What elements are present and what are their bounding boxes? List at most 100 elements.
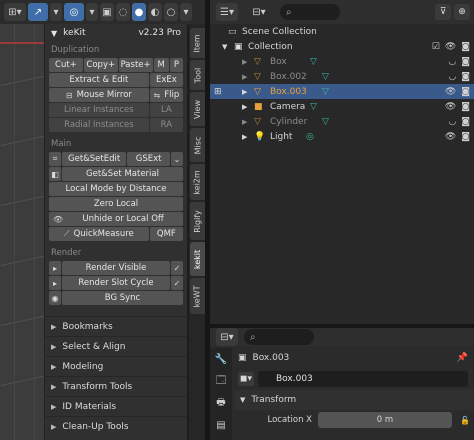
checkbox-icon[interactable]: ☑ [432,42,440,52]
section-transform-tools[interactable]: ▶ Transform Tools [45,376,187,396]
lock-icon[interactable]: 🔓 [460,416,470,425]
getset-edit-icon[interactable]: ⌗ [49,152,61,166]
render-visible-button[interactable]: Render Visible [62,261,170,275]
display-mode-icon[interactable]: ⊟▾ [244,3,274,21]
section-cleanup-tools[interactable]: ▶ Clean-Up Tools [45,416,187,436]
outliner-item-camera[interactable]: ▶ ■ Camera ▽ 👁 ◙ [210,99,474,114]
render-camera-icon[interactable]: ▸ [49,261,61,275]
tab-tool[interactable]: Tool [190,60,205,90]
qmf-button[interactable]: QMF [149,227,183,241]
extract-edit-button[interactable]: Extract & Edit [49,73,149,87]
new-collection-icon[interactable]: ⊕ [454,4,470,20]
render-icon[interactable]: ◙ [461,102,470,112]
editor-type-icon[interactable]: ☰▾ [216,3,238,21]
tab-kewt[interactable]: keWT [190,278,205,314]
rendered-icon[interactable]: ○ [164,3,178,21]
render-icon[interactable]: ◙ [461,117,470,127]
render-slot-check-icon[interactable]: ✓ [171,276,183,290]
camera-icon[interactable]: ◙ [461,42,470,52]
eye-icon[interactable]: 👁 [445,42,456,52]
output-icon[interactable]: 🖶 [210,392,232,414]
eye-icon[interactable]: 👁 [445,87,456,97]
outliner-item-cylinder[interactable]: ▶ ▽ Cylinder ▽ ◡ ◙ [210,114,474,129]
tab-misc[interactable]: Misc [190,128,205,162]
viewport-3d[interactable] [0,0,48,440]
shading-dropdown-icon[interactable]: ▾ [180,3,192,21]
panel-header[interactable]: ▼ keKit v2.23 Pro [45,24,187,42]
section-modeling[interactable]: ▶ Modeling [45,356,187,376]
paste-plus-button[interactable]: Paste+ [118,58,153,72]
transform-panel-header[interactable]: ▼ Transform [234,390,474,410]
section-bookmarks[interactable]: ▶ Bookmarks [45,316,187,336]
ra-button[interactable]: RA [149,118,183,132]
tab-view[interactable]: View [190,92,205,126]
object-type-icon[interactable]: ◼▾ [238,372,254,386]
tab-item[interactable]: Item [190,28,205,58]
flip-button[interactable]: ⇋ Flip [149,88,183,102]
object-name-field[interactable]: Box.003 [258,371,468,387]
outliner-item-light[interactable]: ▶ 💡 Light ◎ 👁 ◙ [210,129,474,144]
quickmeasure-button[interactable]: ⟋ QuickMeasure [49,227,149,241]
material-icon[interactable]: ◐ [148,3,162,21]
collapse-arrow-icon[interactable]: ▼ [51,29,57,38]
gsext-button[interactable]: GSExt [127,152,170,166]
eye-icon[interactable]: 👁 [445,102,456,112]
editor-type-icon[interactable]: ⊟▾ [216,328,238,346]
render-icon[interactable]: ◙ [461,72,470,82]
hidden-eye-icon[interactable]: ◡ [448,72,456,82]
outliner-item-box-003[interactable]: ⊞ ▶ ▽ Box.003 ▽ 👁 ◙ [210,84,474,99]
tool-icon[interactable]: 🔧 [210,348,232,370]
collection-row[interactable]: ▼ ▣ Collection ☑ 👁 ◙ [210,39,474,54]
local-mode-button[interactable]: Local Mode by Distance [49,182,183,196]
search-input[interactable]: ⌕ [280,4,340,20]
m-button[interactable]: M [153,58,169,72]
properties-search-input[interactable]: ⌕ [244,329,314,345]
la-button[interactable]: LA [149,103,183,117]
p-button[interactable]: P [169,58,184,72]
mouse-mirror-button[interactable]: ⊟ Mouse Mirror [49,88,149,102]
tab-kei2m[interactable]: kei2m [190,164,205,200]
cursor-icon[interactable]: ↗ [28,3,48,21]
render-icon[interactable]: ◙ [461,87,470,97]
dropdown-icon[interactable]: ⌄ [171,152,183,166]
render-slot-icon[interactable]: ▸ [49,276,61,290]
outliner-item-box[interactable]: ▶ ▽ Box ▽ ◡ ◙ [210,54,474,69]
radial-instances-button[interactable]: Radial Instances [49,118,149,132]
render-icon[interactable]: ◙ [461,57,470,67]
scene-collection-row[interactable]: ▭ Scene Collection [210,24,474,39]
linear-instances-button[interactable]: Linear Instances [49,103,149,117]
render-visible-check-icon[interactable]: ✓ [171,261,183,275]
pin-icon[interactable]: 📌 [457,353,468,363]
overlay-icon[interactable]: ◎ [64,3,84,21]
copy-plus-button[interactable]: Copy+ [83,58,118,72]
view-layer-icon[interactable]: ▤ [210,414,232,436]
eye-icon[interactable]: 👁 [445,132,456,142]
filter-icon[interactable]: ⊽ [435,4,451,20]
unhide-button[interactable]: 👁 Unhide or Local Off [49,212,183,226]
render-slot-cycle-button[interactable]: Render Slot Cycle [62,276,170,290]
chevron-down-icon[interactable]: ▾ [50,3,62,21]
tab-rigify[interactable]: Rigify [190,202,205,240]
tab-kekit[interactable]: kekit [190,242,205,276]
solid-icon[interactable]: ● [132,3,146,21]
section-select-align[interactable]: ▶ Select & Align [45,336,187,356]
material-swatch-icon[interactable]: ◧ [49,167,61,181]
bg-sync-button[interactable]: BG Sync [62,291,183,305]
getset-edit-button[interactable]: Get&SetEdit [62,152,127,166]
getset-material-button[interactable]: Get&Set Material [62,167,183,181]
section-id-materials[interactable]: ▶ ID Materials [45,396,187,416]
hidden-eye-icon[interactable]: ◡ [448,117,456,127]
outliner-item-box-002[interactable]: ▶ ▽ Box.002 ▽ ◡ ◙ [210,69,474,84]
overlay-dropdown-icon[interactable]: ▾ [86,3,98,21]
wireframe-icon[interactable]: ◌ [116,3,130,21]
exex-button[interactable]: ExEx [149,73,183,87]
cut-plus-button[interactable]: Cut+ [49,58,83,72]
render-icon[interactable]: ◙ [461,132,470,142]
hidden-eye-icon[interactable]: ◡ [448,57,456,67]
view-menu-icon[interactable]: ⊞▾ [4,3,26,21]
bg-sync-icon[interactable]: ◉ [49,291,61,305]
render-icon[interactable]: 🗔 [210,370,232,392]
location-x-field[interactable]: 0 m [318,412,452,428]
xray-icon[interactable]: ▣ [100,3,114,21]
zero-local-button[interactable]: Zero Local [49,197,183,211]
